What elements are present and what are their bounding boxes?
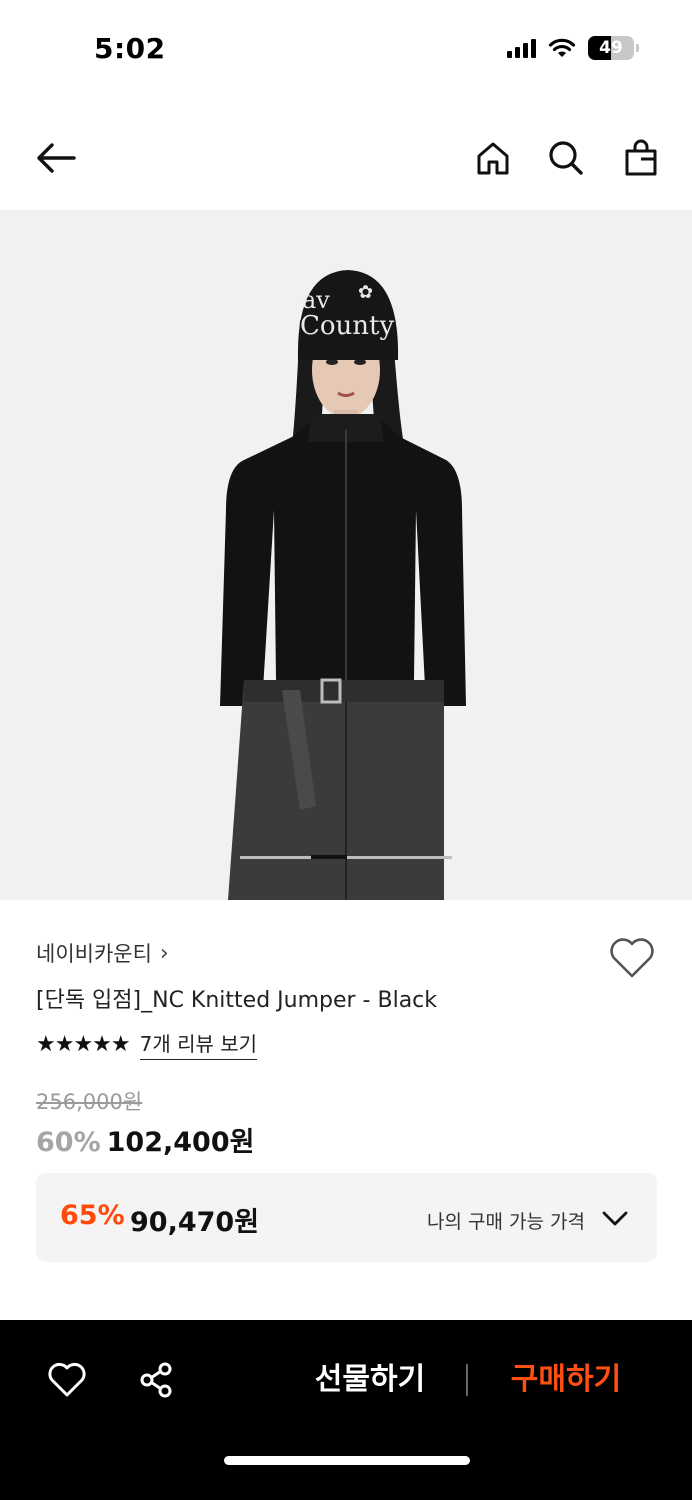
discount-percent: 60% (36, 1127, 101, 1158)
my-price-dropdown[interactable]: 65% 90,470원 나의 구매 가능 가격 (36, 1173, 657, 1262)
product-image-carousel[interactable]: av County ✿ (0, 210, 692, 900)
product-title: [단독 입점]_NC Knitted Jumper - Black (36, 988, 438, 1013)
search-button[interactable] (542, 134, 590, 182)
back-button[interactable] (32, 134, 80, 182)
battery-level: 49 (599, 38, 623, 58)
home-icon (477, 142, 509, 175)
carousel-indicator-active (311, 855, 347, 859)
wishlist-button[interactable] (608, 936, 656, 980)
share-icon (140, 1362, 172, 1398)
buy-button[interactable]: 구매하기 (496, 1358, 636, 1402)
my-discount-percent: 65% (60, 1200, 125, 1231)
cellular-signal-icon (507, 38, 536, 58)
home-indicator (224, 1456, 470, 1465)
svg-text:County: County (300, 311, 394, 341)
brand-link[interactable]: 네이비카운티 › (36, 938, 169, 968)
product-photo: av County ✿ (220, 270, 466, 900)
search-icon (549, 141, 583, 175)
status-icons: 49 (507, 36, 639, 60)
original-price: 256,000원 (36, 1090, 143, 1114)
review-link[interactable]: 7개 리뷰 보기 (139, 1028, 258, 1060)
top-nav-bar (0, 110, 692, 205)
sale-price-row: 60% 102,400원 (36, 1120, 254, 1159)
wifi-icon (548, 38, 576, 57)
heart-icon (610, 938, 654, 978)
battery-icon: 49 (588, 36, 639, 60)
status-bar: 5:02 49 (0, 0, 692, 100)
status-time: 5:02 (94, 32, 166, 65)
gift-button[interactable]: 선물하기 (300, 1358, 440, 1402)
bottom-divider (466, 1364, 468, 1396)
brand-name: 네이비카운티 (36, 942, 152, 966)
star-rating: ★★★★★ (36, 1031, 131, 1057)
svg-text:✿: ✿ (358, 282, 373, 303)
rating-row: ★★★★★ 7개 리뷰 보기 (36, 1028, 258, 1060)
shopping-bag-icon (625, 139, 657, 176)
svg-text:av: av (302, 286, 330, 314)
arrow-left-icon (37, 143, 76, 173)
heart-icon (48, 1362, 86, 1397)
my-price-label: 나의 구매 가능 가격 (427, 1211, 585, 1233)
home-button[interactable] (469, 134, 517, 182)
carousel-indicator (240, 855, 452, 859)
bottom-wishlist-button[interactable] (47, 1360, 87, 1400)
chevron-right-icon: › (159, 940, 169, 966)
share-button[interactable] (137, 1360, 177, 1400)
bottom-action-bar: 선물하기 구매하기 (0, 1320, 692, 1500)
cart-button[interactable] (617, 134, 665, 182)
my-price: 90,470원 (130, 1207, 260, 1238)
chevron-down-icon (602, 1211, 628, 1226)
sale-price: 102,400원 (106, 1127, 255, 1158)
